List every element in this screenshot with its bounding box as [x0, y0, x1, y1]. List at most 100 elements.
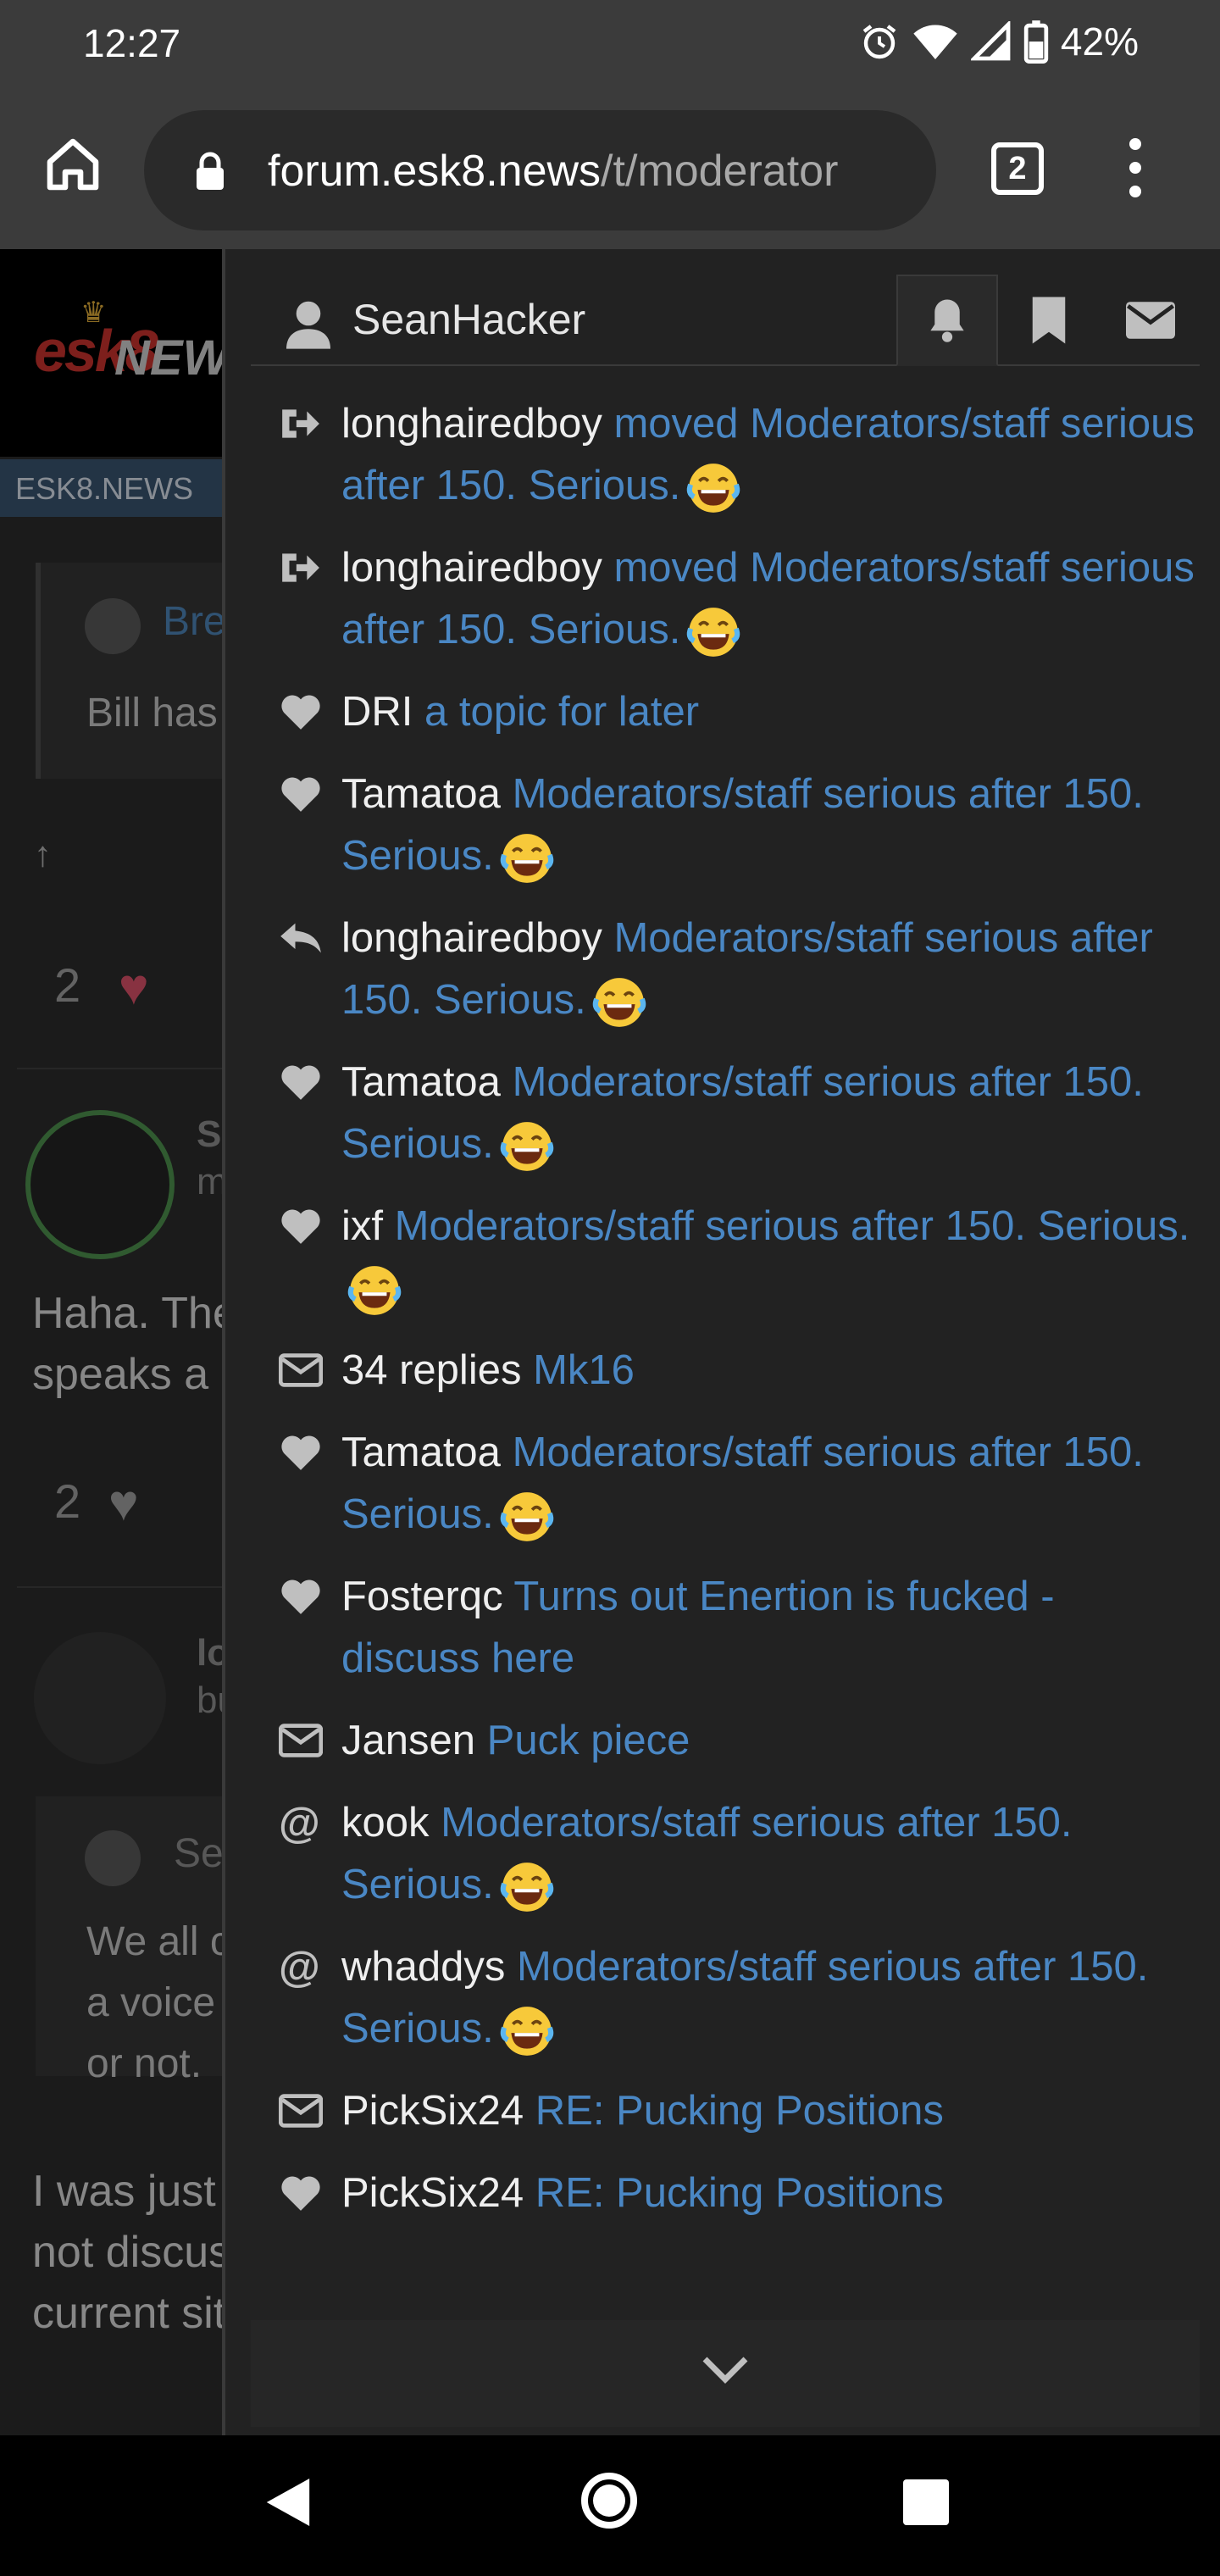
moved-icon — [272, 393, 341, 454]
emoji-wrapper — [494, 1121, 555, 1171]
notification-item[interactable]: Jansen Puck piece — [272, 1710, 1195, 1772]
laughing-emoji-icon — [687, 464, 740, 513]
notification-user: PickSix24 — [341, 2088, 524, 2134]
notification-text: ixf Moderators/staff serious after 150. … — [341, 1196, 1195, 1319]
url-text: forum.esk8.news/t/moderator — [268, 146, 838, 197]
notification-text: 34 replies Mk16 — [341, 1340, 635, 1402]
chevron-down-icon[interactable] — [702, 2352, 749, 2386]
mention-icon: @ — [279, 1943, 320, 1990]
heart-icon — [272, 2162, 341, 2223]
notification-item[interactable]: ixf Moderators/staff serious after 150. … — [272, 1196, 1195, 1319]
laughing-emoji-icon — [592, 978, 646, 1027]
notification-text: longhairedboy moved Moderators/staff ser… — [341, 537, 1195, 661]
notification-topic-link[interactable]: Puck piece — [487, 1718, 690, 1763]
notification-item[interactable]: @ kook Moderators/staff serious after 150… — [272, 1792, 1195, 1916]
notification-text: PickSix24 RE: Pucking Positions — [341, 2162, 944, 2224]
emoji-wrapper — [494, 2006, 555, 2056]
notification-topic-link[interactable]: Mk16 — [533, 1347, 635, 1393]
recents-icon[interactable] — [903, 2479, 949, 2525]
notification-item[interactable]: @ whaddys Moderators/staff serious after … — [272, 1936, 1195, 2060]
notification-user: ixf — [341, 1203, 383, 1249]
battery-icon — [1023, 20, 1049, 64]
notification-item[interactable]: 34 replies Mk16 — [272, 1340, 1195, 1402]
laughing-emoji-icon — [687, 608, 740, 657]
messages-tab[interactable] — [1100, 275, 1201, 366]
notification-text: DRI a topic for later — [341, 681, 699, 743]
laughing-emoji-icon — [500, 834, 554, 883]
heart-icon — [272, 1052, 341, 1113]
url-path: /t/moderator — [601, 147, 839, 196]
envelope-icon — [272, 1710, 341, 1771]
home-button-icon[interactable] — [581, 2473, 637, 2529]
battery-level: 42% — [1060, 19, 1139, 64]
notification-item[interactable]: DRI a topic for later — [272, 681, 1195, 743]
notification-topic-link[interactable]: Moderators/staff serious after 150. Seri… — [341, 1800, 1073, 1907]
status-icons: 42% — [859, 19, 1139, 64]
notification-topic-link[interactable]: Moderators/staff serious after 150. Seri… — [395, 1203, 1190, 1249]
browser-toolbar: forum.esk8.news/t/moderator 2 — [0, 92, 1220, 249]
laughing-emoji-icon — [500, 1122, 554, 1171]
reply-icon — [272, 908, 341, 969]
notification-text: Jansen Puck piece — [341, 1710, 690, 1772]
notifications-tab[interactable] — [896, 275, 998, 366]
notification-topic-link[interactable]: RE: Pucking Positions — [535, 2170, 944, 2216]
notification-item[interactable]: longhairedboy Moderators/staff serious a… — [272, 908, 1195, 1031]
notification-text: Tamatoa Moderators/staff serious after 1… — [341, 1052, 1195, 1175]
emoji-wrapper — [680, 463, 741, 513]
notification-item[interactable]: longhairedboy moved Moderators/staff ser… — [272, 393, 1195, 517]
notification-text: PickSix24 RE: Pucking Positions — [341, 2080, 944, 2142]
notification-text: Fosterqc Turns out Enertion is fucked - … — [341, 1566, 1195, 1690]
notification-user: Fosterqc — [341, 1574, 503, 1619]
notification-topic-link[interactable]: a topic for later — [424, 689, 699, 735]
overflow-menu-icon[interactable] — [1123, 138, 1148, 206]
back-icon[interactable] — [264, 2476, 312, 2529]
heart-icon — [272, 1422, 341, 1483]
clock: 12:27 — [83, 21, 181, 65]
heart-icon — [272, 763, 341, 824]
notification-item[interactable]: Tamatoa Moderators/staff serious after 1… — [272, 1422, 1195, 1546]
notification-item[interactable]: Tamatoa Moderators/staff serious after 1… — [272, 1052, 1195, 1175]
laughing-emoji-icon — [347, 1266, 402, 1315]
notification-user: Tamatoa — [341, 1059, 501, 1105]
emoji-wrapper — [680, 607, 741, 657]
url-host: forum.esk8.news — [268, 147, 602, 196]
bookmark-icon — [1032, 297, 1066, 344]
notification-item[interactable]: Tamatoa Moderators/staff serious after 1… — [272, 763, 1195, 887]
notification-item[interactable]: PickSix24 RE: Pucking Positions — [272, 2162, 1195, 2224]
heart-icon — [272, 1566, 341, 1627]
laughing-emoji-icon — [500, 1492, 554, 1541]
status-bar: 12:27 42% — [0, 0, 1220, 92]
tab-switcher-button[interactable]: 2 — [991, 142, 1044, 195]
notification-text: longhairedboy Moderators/staff serious a… — [341, 908, 1195, 1031]
notification-user: Jansen — [341, 1718, 476, 1763]
notification-item[interactable]: Fosterqc Turns out Enertion is fucked - … — [272, 1566, 1195, 1690]
emoji-wrapper — [494, 833, 555, 883]
notification-text: kook Moderators/staff serious after 150.… — [341, 1792, 1195, 1916]
notification-user: DRI — [341, 689, 413, 735]
heart-icon — [272, 1196, 341, 1257]
bell-icon — [930, 299, 964, 342]
emoji-wrapper — [586, 977, 647, 1027]
wifi-icon — [913, 25, 957, 59]
notification-item[interactable]: longhairedboy moved Moderators/staff ser… — [272, 537, 1195, 661]
notification-item[interactable]: PickSix24 RE: Pucking Positions — [272, 2080, 1195, 2142]
signal-icon — [970, 21, 1011, 61]
notification-topic-link[interactable]: RE: Pucking Positions — [535, 2088, 944, 2134]
envelope-icon — [272, 2080, 341, 2141]
notification-user: PickSix24 — [341, 2170, 524, 2216]
show-more-bar[interactable] — [251, 2320, 1200, 2427]
username-link[interactable]: SeanHacker — [352, 295, 585, 344]
alarm-icon — [862, 25, 896, 59]
notification-text: Tamatoa Moderators/staff serious after 1… — [341, 763, 1195, 887]
notification-user: longhairedboy — [341, 915, 602, 961]
home-icon[interactable] — [42, 134, 103, 195]
notification-list: longhairedboy moved Moderators/staff ser… — [272, 393, 1195, 2245]
notification-user: Tamatoa — [341, 1430, 501, 1475]
address-bar[interactable]: forum.esk8.news/t/moderator — [144, 110, 936, 230]
notification-user: longhairedboy — [341, 545, 602, 591]
user-menu-header: SeanHacker — [251, 275, 1200, 366]
notification-user: 34 replies — [341, 1347, 522, 1393]
bookmarks-tab[interactable] — [998, 275, 1100, 366]
user-icon — [286, 301, 330, 349]
notification-user: Tamatoa — [341, 771, 501, 817]
